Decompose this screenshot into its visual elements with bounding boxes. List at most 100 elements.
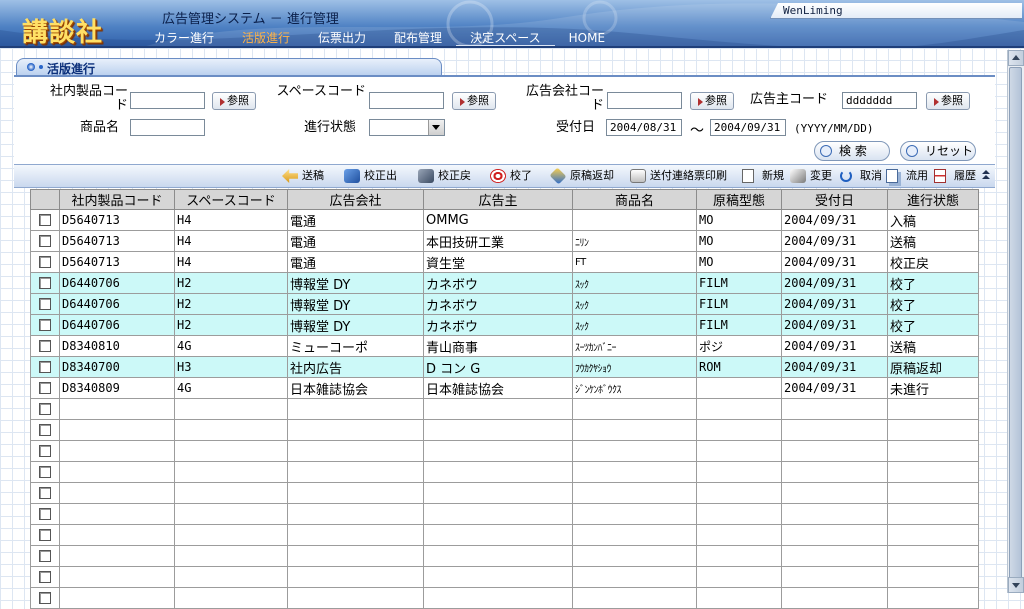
- reset-button[interactable]: リセット: [900, 141, 976, 161]
- table-row[interactable]: D6440706 H2 博報堂 DY カネボウ ｽｯｸ FILM 2004/09/31 校了: [30, 314, 979, 336]
- ad-company-code-ref-button[interactable]: 参照: [690, 92, 734, 110]
- row-checkbox-cell: [30, 503, 60, 525]
- table-row[interactable]: D5640713 H4 電通 本田技研工業 ﾆﾘﾝ MO 2004/09/31 送稿: [30, 230, 979, 252]
- proof-out-button[interactable]: 校正出: [344, 168, 397, 184]
- print-notice-button[interactable]: 送付連絡票印刷: [630, 168, 727, 184]
- row-checkbox[interactable]: [39, 235, 51, 247]
- row-checkbox[interactable]: [39, 319, 51, 331]
- row-checkbox[interactable]: [39, 487, 51, 499]
- nav-decided-space[interactable]: 決定スペース: [456, 29, 555, 47]
- row-checkbox[interactable]: [39, 340, 51, 352]
- col-advertiser[interactable]: 広告主: [423, 189, 573, 210]
- col-ad-company[interactable]: 広告会社: [287, 189, 424, 210]
- table-cell: [781, 587, 888, 609]
- proof-complete-button[interactable]: 校了: [490, 168, 532, 184]
- table-row[interactable]: D8340700 H3 社内広告 D コン G ﾌｳｶｸﾔｼｮｳ ROM 2004/09/3…: [30, 356, 979, 378]
- scroll-down-icon[interactable]: [1008, 577, 1024, 593]
- row-checkbox[interactable]: [39, 298, 51, 310]
- table-cell: 本田技研工業: [423, 230, 573, 252]
- nav-distribution[interactable]: 配布管理: [380, 29, 456, 47]
- row-checkbox[interactable]: [39, 466, 51, 478]
- table-cell: [781, 461, 888, 483]
- table-cell: 未進行: [887, 377, 979, 399]
- table-cell: [572, 545, 697, 567]
- row-checkbox[interactable]: [39, 382, 51, 394]
- table-cell: [423, 566, 573, 588]
- table-cell: D コン G: [423, 356, 573, 378]
- row-checkbox[interactable]: [39, 424, 51, 436]
- row-checkbox[interactable]: [39, 256, 51, 268]
- table-cell: [572, 461, 697, 483]
- cancel-button[interactable]: 取消: [840, 168, 882, 184]
- row-checkbox[interactable]: [39, 550, 51, 562]
- table-row[interactable]: D6440706 H2 博報堂 DY カネボウ ｽｯｸ FILM 2004/09/31 校了: [30, 293, 979, 315]
- row-checkbox[interactable]: [39, 403, 51, 415]
- row-checkbox[interactable]: [39, 508, 51, 520]
- row-checkbox-cell: [30, 524, 60, 546]
- table-cell: [887, 440, 979, 462]
- results-table: 社内製品コード スペースコード 広告会社 広告主 商品名 原稿型態 受付日 進行…: [30, 189, 979, 609]
- row-checkbox[interactable]: [39, 214, 51, 226]
- row-checkbox[interactable]: [39, 445, 51, 457]
- product-code-input[interactable]: [130, 92, 205, 109]
- manuscript-return-button[interactable]: 原稿返却: [549, 167, 614, 185]
- product-name-label: 商品名: [80, 120, 120, 135]
- proof-out-label: 校正出: [364, 169, 397, 182]
- row-checkbox[interactable]: [39, 361, 51, 373]
- table-row[interactable]: D8340809 4G 日本雑誌協会 日本雑誌協会 ｼﾞﾝｹﾝﾎﾞｳｸｽ 2004/09/…: [30, 377, 979, 399]
- table-cell: [887, 398, 979, 420]
- vertical-scrollbar[interactable]: [1007, 50, 1024, 593]
- space-code-input[interactable]: [369, 92, 444, 109]
- table-row-empty: [30, 566, 979, 588]
- ad-company-code-input[interactable]: [607, 92, 682, 109]
- advertiser-code-input[interactable]: ddddddd: [842, 92, 917, 109]
- table-cell: [696, 503, 782, 525]
- col-status[interactable]: 進行状態: [887, 189, 979, 210]
- date-from-input[interactable]: 2004/08/31: [606, 119, 682, 136]
- col-product-code[interactable]: 社内製品コード: [59, 189, 175, 210]
- col-received-date[interactable]: 受付日: [781, 189, 888, 210]
- product-code-ref-button[interactable]: 参照: [212, 92, 256, 110]
- table-cell: [59, 398, 175, 420]
- table-cell: [781, 440, 888, 462]
- modify-button[interactable]: 変更: [790, 168, 832, 184]
- ad-company-code-label: 広告会社コード: [525, 84, 604, 113]
- space-code-ref-button[interactable]: 参照: [452, 92, 496, 110]
- nav-home[interactable]: HOME: [555, 29, 619, 47]
- row-checkbox[interactable]: [39, 277, 51, 289]
- table-row[interactable]: D6440706 H2 博報堂 DY カネボウ ｽｯｸ FILM 2004/09/31 校了: [30, 272, 979, 294]
- table-row[interactable]: D5640713 H4 電通 資生堂 FT MO 2004/09/31 校正戻: [30, 251, 979, 273]
- pencil-check-icon: [344, 169, 360, 183]
- row-checkbox[interactable]: [39, 529, 51, 541]
- scroll-thumb[interactable]: [1009, 67, 1022, 587]
- col-product-name[interactable]: 商品名: [572, 189, 697, 210]
- table-cell: 2004/09/31: [781, 209, 888, 231]
- status-select[interactable]: [369, 119, 445, 136]
- row-checkbox-cell: [30, 272, 60, 294]
- row-checkbox-cell: [30, 335, 60, 357]
- chevron-down-icon[interactable]: [428, 120, 444, 135]
- row-checkbox[interactable]: [39, 571, 51, 583]
- table-cell: H2: [174, 314, 288, 336]
- proof-return-button[interactable]: 校正戻: [418, 168, 471, 184]
- product-name-input[interactable]: [130, 119, 205, 136]
- col-space-code[interactable]: スペースコード: [174, 189, 288, 210]
- send-draft-button[interactable]: 送稿: [282, 168, 324, 184]
- nav-color-progress[interactable]: カラー進行: [140, 29, 228, 47]
- new-button[interactable]: 新規: [742, 168, 784, 184]
- col-manuscript-type[interactable]: 原稿型態: [696, 189, 782, 210]
- table-row[interactable]: D8340810 4G ミューコーポ 青山商事 ｽｰﾂｶﾝﾊﾞﾆｰ ポジ 2004/09/3…: [30, 335, 979, 357]
- row-checkbox[interactable]: [39, 592, 51, 604]
- scroll-up-icon[interactable]: [1008, 50, 1024, 66]
- table-cell: カネボウ: [423, 314, 573, 336]
- history-button[interactable]: 履歴: [934, 168, 976, 184]
- reuse-button[interactable]: 流用: [886, 168, 928, 184]
- collapse-up-icon[interactable]: [981, 170, 991, 180]
- table-row[interactable]: D5640713 H4 電通 OMMG MO 2004/09/31 入稿: [30, 209, 979, 231]
- date-to-input[interactable]: 2004/09/31: [710, 119, 786, 136]
- nav-slip-output[interactable]: 伝票出力: [304, 29, 380, 47]
- nav-letterpress-progress[interactable]: 活版進行: [228, 29, 304, 47]
- search-button[interactable]: 検 索: [814, 141, 890, 161]
- advertiser-code-ref-button[interactable]: 参照: [926, 92, 970, 110]
- table-cell: [696, 545, 782, 567]
